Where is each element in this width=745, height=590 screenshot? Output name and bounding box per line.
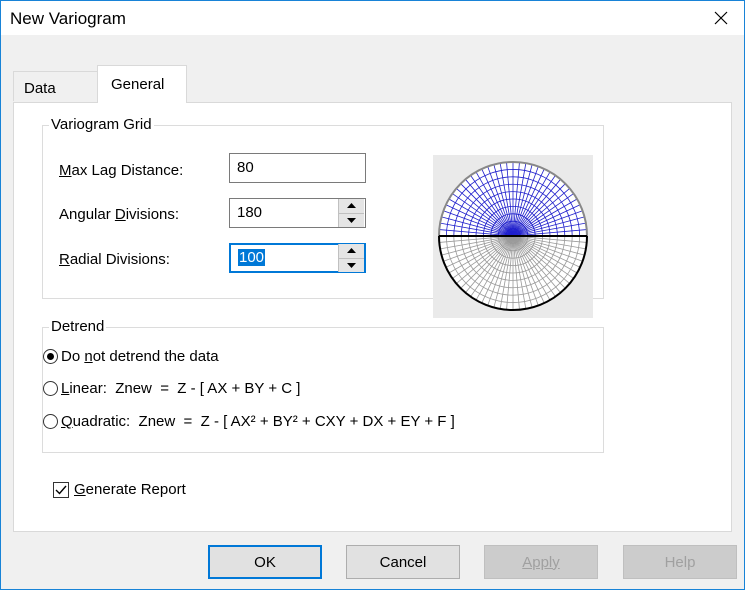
close-icon [714,11,728,25]
generate-report-label[interactable]: Generate Report [74,481,186,498]
tab-general[interactable]: General [97,65,187,103]
help-button[interactable]: Help [623,545,737,579]
max-lag-label: Max Lag Distance: [59,162,184,179]
radial-divisions-value: 100 [238,249,266,266]
radio-linear[interactable] [43,381,58,396]
dialog-title: New Variogram [10,9,126,28]
tab-general-label: General [111,76,165,93]
detrend-title: Detrend [49,318,107,335]
title-bar: New Variogram [1,1,744,35]
dialog-window: New Variogram Data General Variogram Gri… [0,0,745,590]
radial-spin-buttons[interactable] [338,244,364,272]
close-button[interactable] [698,1,744,35]
generate-report-checkbox[interactable] [53,482,69,498]
max-lag-input[interactable]: 80 [229,153,366,183]
radial-divisions-label: Radial Divisions: [59,251,170,268]
cancel-button[interactable]: Cancel [346,545,460,579]
general-tab-page: Variogram Grid Max Lag Distance: 80 Angu… [13,102,732,532]
no-detrend-label[interactable]: Do not detrend the data [61,348,219,365]
ok-button[interactable]: OK [208,545,322,579]
spin-up-icon[interactable] [338,244,364,259]
variogram-grid-group: Variogram Grid Max Lag Distance: 80 Angu… [42,116,604,318]
checkmark-icon [55,485,67,495]
radio-quadratic[interactable] [43,414,58,429]
angular-divisions-label: Angular Divisions: [59,206,180,223]
spin-up-icon[interactable] [338,199,364,214]
variogram-grid-preview [433,155,593,318]
angular-spin-buttons[interactable] [338,199,364,227]
max-lag-value: 80 [237,159,254,176]
radial-divisions-spinner[interactable]: 100 [229,243,366,273]
tab-data-label: Data [24,80,56,97]
angular-divisions-spinner[interactable]: 180 [229,198,366,228]
spin-down-icon[interactable] [338,258,364,272]
quadratic-label[interactable]: Quadratic: Znew = Z - [ AX² + BY² + CXY … [61,413,455,430]
spin-down-icon[interactable] [338,213,364,227]
angular-divisions-value: 180 [237,204,263,221]
linear-label[interactable]: Linear: Znew = Z - [ AX + BY + C ] [61,380,300,397]
variogram-grid-title: Variogram Grid [49,116,154,133]
tab-data[interactable]: Data [13,71,99,101]
radio-no-detrend[interactable] [43,349,58,364]
polar-grid-icon [438,161,588,311]
apply-button[interactable]: Apply [484,545,598,579]
